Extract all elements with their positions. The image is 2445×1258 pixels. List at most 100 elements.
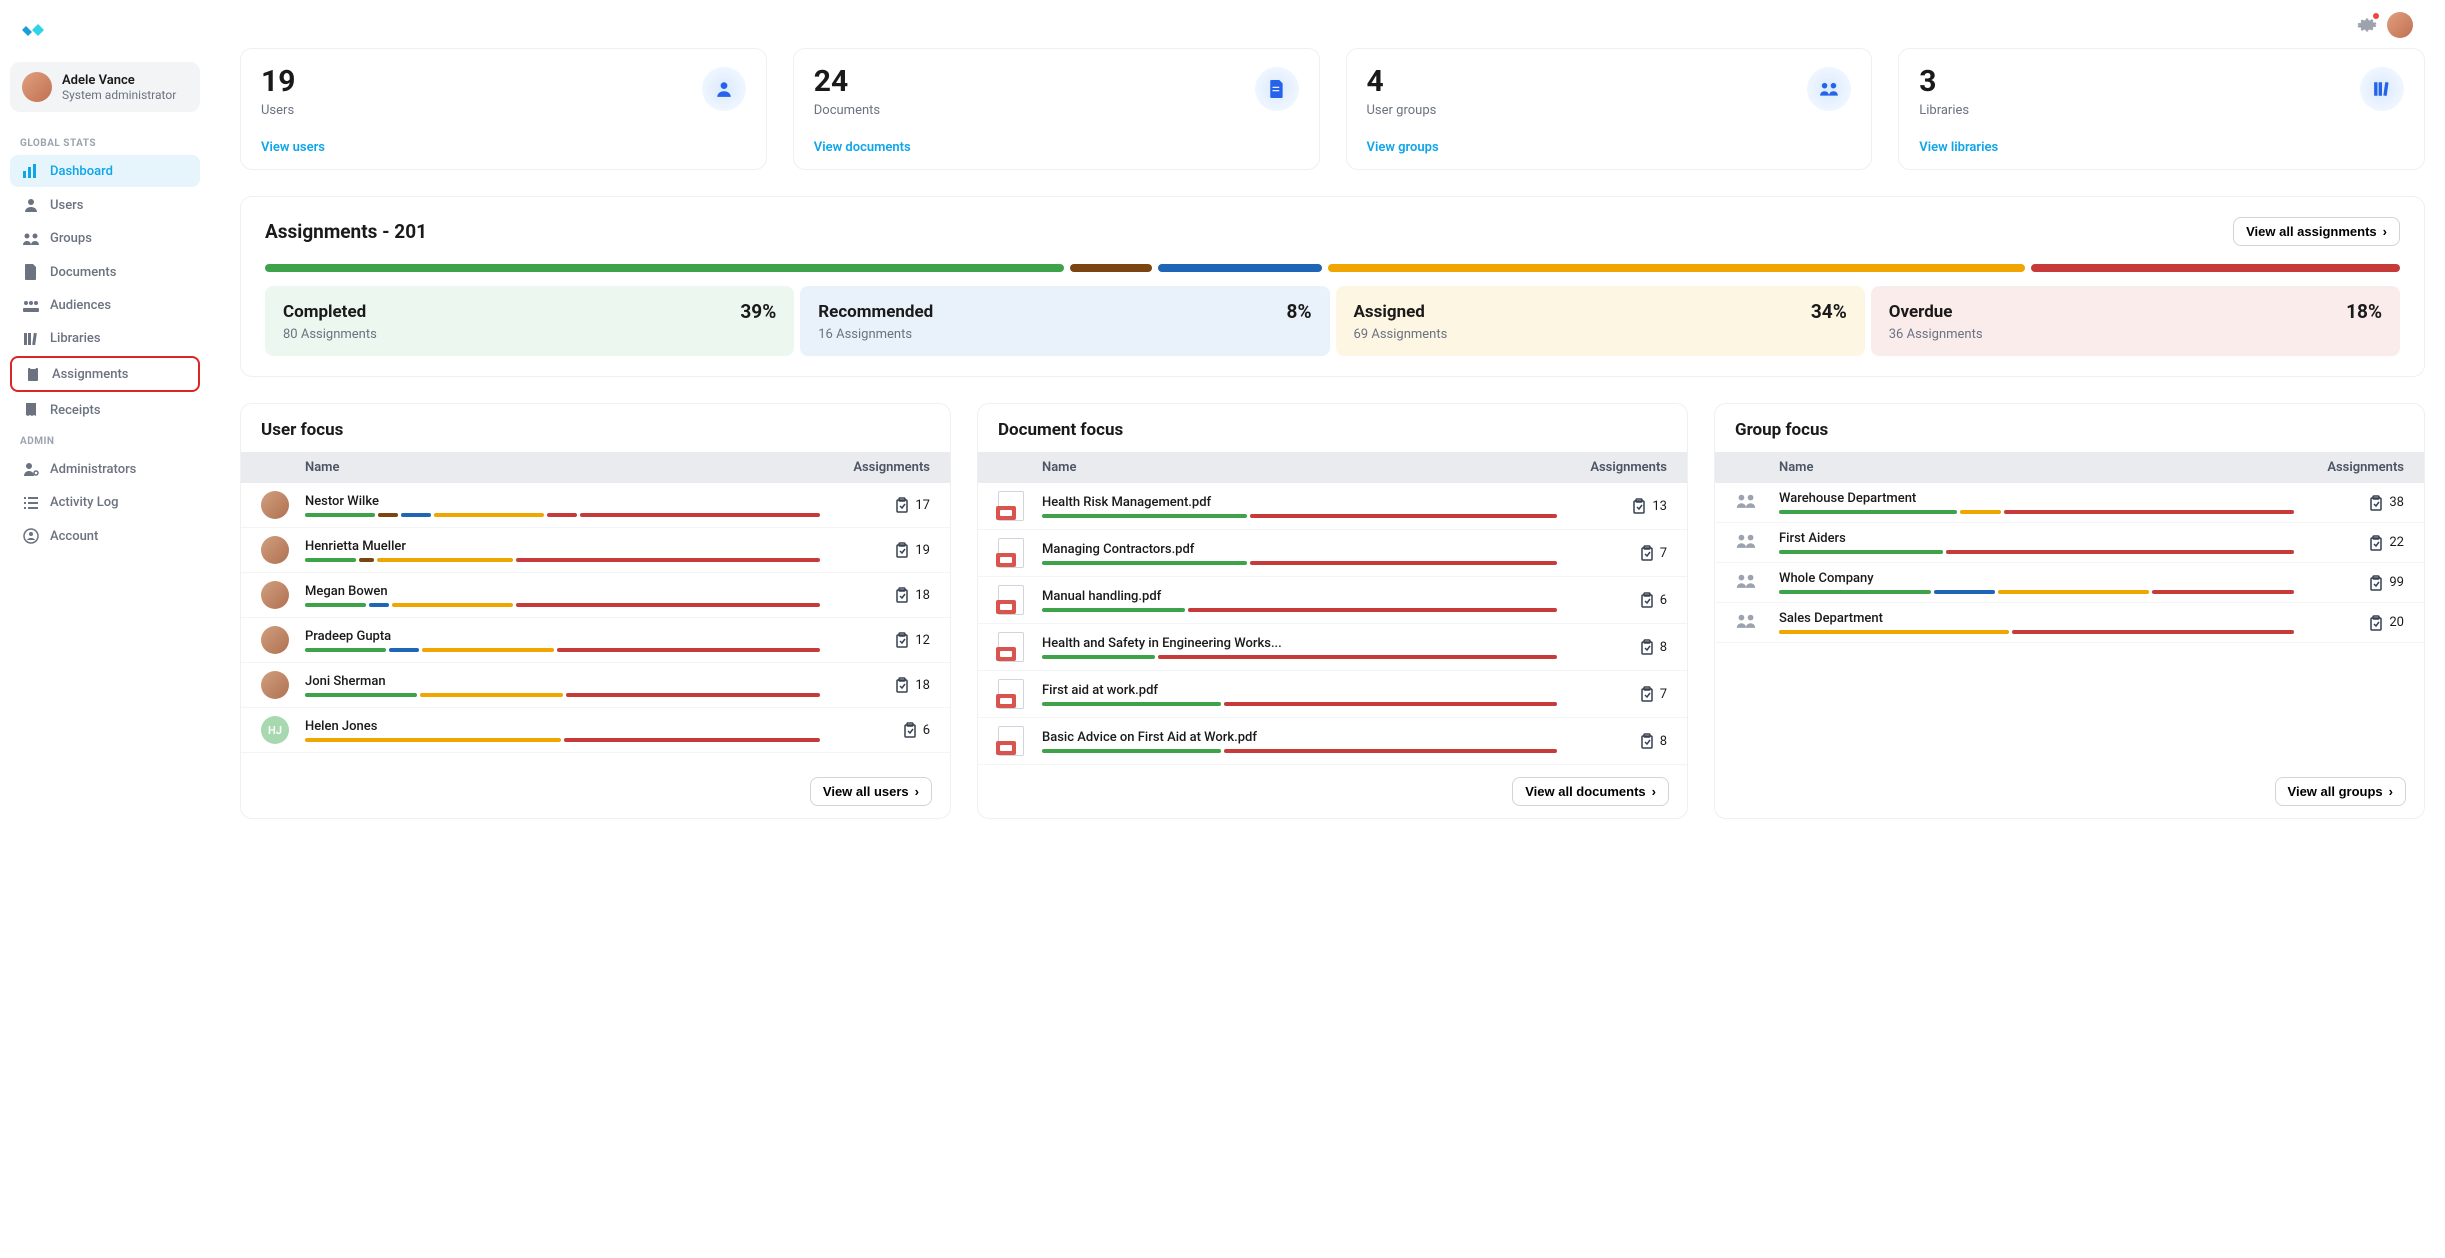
sidebar-item-activity-log[interactable]: Activity Log	[10, 487, 200, 518]
user-avatar	[22, 72, 52, 102]
sidebar-item-dashboard[interactable]: Dashboard	[10, 155, 200, 187]
row-name: First Aiders	[1779, 531, 2294, 546]
col-assign: Assignments	[820, 460, 930, 475]
avatar	[261, 491, 289, 519]
stat-link[interactable]: View users	[261, 140, 325, 155]
stat-link[interactable]: View documents	[814, 140, 911, 155]
row-name: Pradeep Gupta	[305, 629, 820, 644]
sidebar-item-users[interactable]: Users	[10, 189, 200, 221]
col-name: Name	[305, 460, 820, 475]
avatar	[261, 536, 289, 564]
status-card-recommended[interactable]: Recommended8% 16 Assignments	[800, 286, 1329, 356]
sidebar-item-account[interactable]: Account	[10, 520, 200, 552]
table-row[interactable]: First Aiders 22	[1715, 523, 2424, 563]
sidebar-item-administrators[interactable]: Administrators	[10, 453, 200, 485]
table-row[interactable]: Whole Company 99	[1715, 563, 2424, 603]
focus-title: Document focus	[978, 404, 1687, 452]
row-name: Megan Bowen	[305, 584, 820, 599]
row-count: 7	[1660, 546, 1667, 561]
status-card-overdue[interactable]: Overdue18% 36 Assignments	[1871, 286, 2400, 356]
row-count: 19	[915, 543, 930, 558]
status-title: Overdue	[1889, 302, 1953, 322]
status-card-assigned[interactable]: Assigned34% 69 Assignments	[1336, 286, 1865, 356]
document-icon	[998, 726, 1024, 756]
table-row[interactable]: Henrietta Mueller 19	[241, 528, 950, 573]
sidebar-item-documents[interactable]: Documents	[10, 256, 200, 288]
table-row[interactable]: Health and Safety in Engineering Works..…	[978, 624, 1687, 671]
table-row[interactable]: First aid at work.pdf 7	[978, 671, 1687, 718]
user-icon	[702, 67, 746, 111]
table-row[interactable]: Managing Contractors.pdf 7	[978, 530, 1687, 577]
focus-title: Group focus	[1715, 404, 2424, 452]
nav-label: Activity Log	[50, 495, 119, 510]
row-count: 22	[2389, 535, 2404, 550]
col-name: Name	[1042, 460, 1557, 475]
progress-segment	[265, 264, 1064, 272]
topbar-avatar[interactable]	[2387, 12, 2413, 38]
library-icon	[20, 332, 42, 346]
col-assign: Assignments	[1557, 460, 1667, 475]
nav-label: Assignments	[52, 367, 128, 382]
table-row[interactable]: Sales Department 20	[1715, 603, 2424, 643]
row-name: Manual handling.pdf	[1042, 589, 1557, 604]
row-name: Managing Contractors.pdf	[1042, 542, 1557, 557]
row-count: 99	[2389, 575, 2404, 590]
users-icon	[20, 232, 42, 246]
sidebar-item-assignments[interactable]: Assignments	[10, 356, 200, 392]
nav-label: Libraries	[50, 331, 101, 346]
sidebar-item-receipts[interactable]: Receipts	[10, 394, 200, 426]
table-row[interactable]: HJ Helen Jones 6	[241, 708, 950, 753]
stat-link[interactable]: View libraries	[1919, 140, 1998, 155]
status-sub: 80 Assignments	[283, 327, 776, 342]
nav-label: Users	[50, 198, 83, 213]
row-name: Nestor Wilke	[305, 494, 820, 509]
status-card-completed[interactable]: Completed39% 80 Assignments	[265, 286, 794, 356]
row-count: 6	[923, 723, 930, 738]
stat-link[interactable]: View groups	[1367, 140, 1439, 155]
status-pct: 8%	[1287, 300, 1312, 323]
view-all-button[interactable]: View all groups›	[2275, 777, 2406, 806]
receipt-icon	[20, 402, 42, 418]
table-row[interactable]: Megan Bowen 18	[241, 573, 950, 618]
avatar	[261, 671, 289, 699]
current-user-card[interactable]: Adele Vance System administrator	[10, 62, 200, 112]
nav-label: Audiences	[50, 298, 111, 313]
status-title: Completed	[283, 302, 366, 322]
table-row[interactable]: Pradeep Gupta 12	[241, 618, 950, 663]
list-icon	[20, 496, 42, 510]
row-name: Health Risk Management.pdf	[1042, 495, 1557, 510]
document-icon	[998, 585, 1024, 615]
status-title: Assigned	[1354, 302, 1425, 322]
table-row[interactable]: Joni Sherman 18	[241, 663, 950, 708]
progress-segment	[1328, 264, 2025, 272]
stat-label: Libraries	[1919, 103, 1969, 118]
row-count: 17	[915, 498, 930, 513]
table-row[interactable]: Health Risk Management.pdf 13	[978, 483, 1687, 530]
table-row[interactable]: Nestor Wilke 17	[241, 483, 950, 528]
row-name: First aid at work.pdf	[1042, 683, 1557, 698]
table-row[interactable]: Basic Advice on First Aid at Work.pdf 8	[978, 718, 1687, 765]
row-name: Basic Advice on First Aid at Work.pdf	[1042, 730, 1557, 745]
nav-section-global: GLOBAL STATS	[10, 130, 200, 155]
users-icon	[1735, 493, 1757, 513]
nav-label: Dashboard	[50, 164, 113, 179]
admin-icon	[20, 461, 42, 477]
view-all-button[interactable]: View all users›	[810, 777, 932, 806]
app-logo[interactable]	[18, 18, 46, 42]
table-row[interactable]: Warehouse Department 38	[1715, 483, 2424, 523]
account-icon	[20, 528, 42, 544]
view-all-assignments-button[interactable]: View all assignments ›	[2233, 217, 2400, 246]
col-name: Name	[1779, 460, 2294, 475]
notification-dot	[2373, 13, 2379, 19]
stat-value: 24	[814, 67, 880, 97]
status-title: Recommended	[818, 302, 933, 322]
sidebar-item-audiences[interactable]: Audiences	[10, 290, 200, 321]
user-role: System administrator	[62, 88, 176, 102]
view-all-button[interactable]: View all documents›	[1512, 777, 1669, 806]
sidebar-item-libraries[interactable]: Libraries	[10, 323, 200, 354]
sidebar-item-groups[interactable]: Groups	[10, 223, 200, 254]
nav-section-admin: ADMIN	[10, 428, 200, 453]
settings-icon[interactable]	[2357, 15, 2377, 35]
table-row[interactable]: Manual handling.pdf 6	[978, 577, 1687, 624]
stat-value: 3	[1919, 67, 1969, 97]
